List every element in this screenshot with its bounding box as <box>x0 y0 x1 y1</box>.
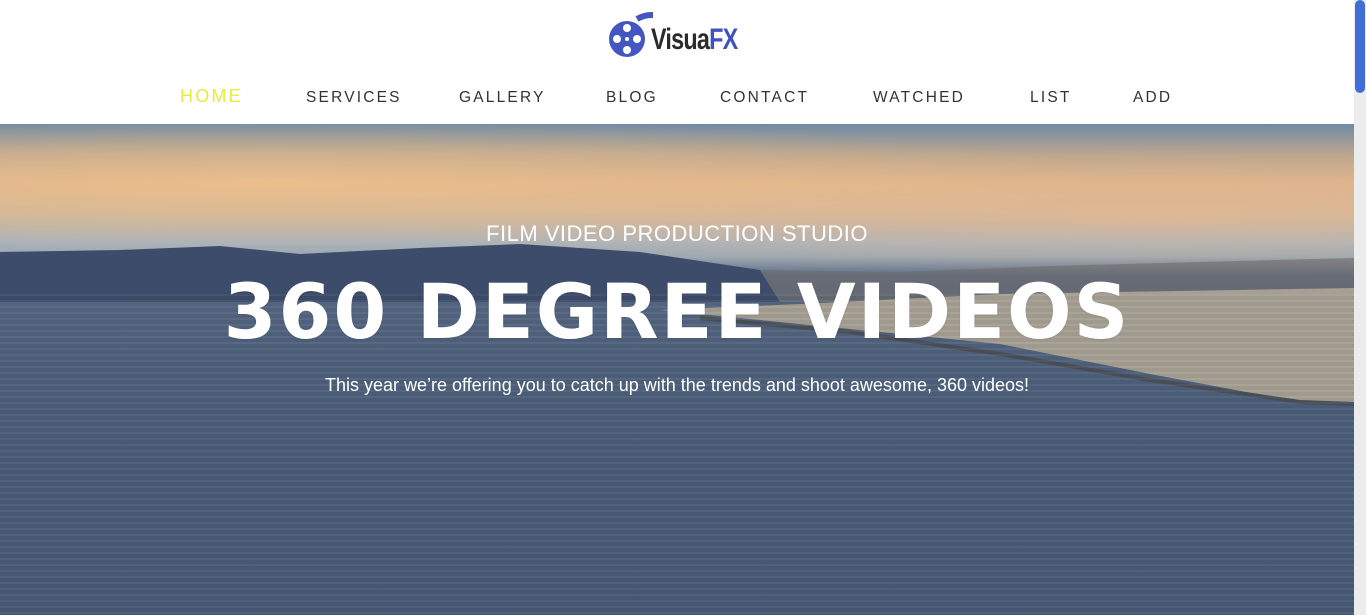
logo-text: VisuaFX <box>651 23 738 56</box>
hero-title: 360 DEGREE VIDEOS <box>223 267 1131 356</box>
site-header: VisuaFX HOME SERVICES GALLERY BLOG CONTA… <box>0 0 1354 124</box>
nav-watched[interactable]: WATCHED <box>873 84 965 112</box>
logo[interactable]: VisuaFX <box>607 10 747 62</box>
hero-description: This year we’re offering you to catch up… <box>324 375 1030 395</box>
film-reel-icon <box>609 12 653 57</box>
page-scrollbar[interactable] <box>1354 0 1366 615</box>
nav-home[interactable]: HOME <box>180 82 243 110</box>
nav-blog[interactable]: BLOG <box>606 84 658 112</box>
hero-subtitle: FILM VIDEO PRODUCTION STUDIO <box>486 221 868 246</box>
main-nav: HOME SERVICES GALLERY BLOG CONTACT WATCH… <box>0 84 1354 114</box>
nav-add[interactable]: ADD <box>1133 84 1172 112</box>
scrollbar-thumb[interactable] <box>1355 0 1365 93</box>
nav-contact[interactable]: CONTACT <box>720 84 809 112</box>
hero-banner: FILM VIDEO PRODUCTION STUDIO 360 DEGREE … <box>0 124 1354 615</box>
nav-list[interactable]: LIST <box>1030 84 1072 112</box>
nav-gallery[interactable]: GALLERY <box>459 84 546 112</box>
nav-services[interactable]: SERVICES <box>306 84 402 112</box>
